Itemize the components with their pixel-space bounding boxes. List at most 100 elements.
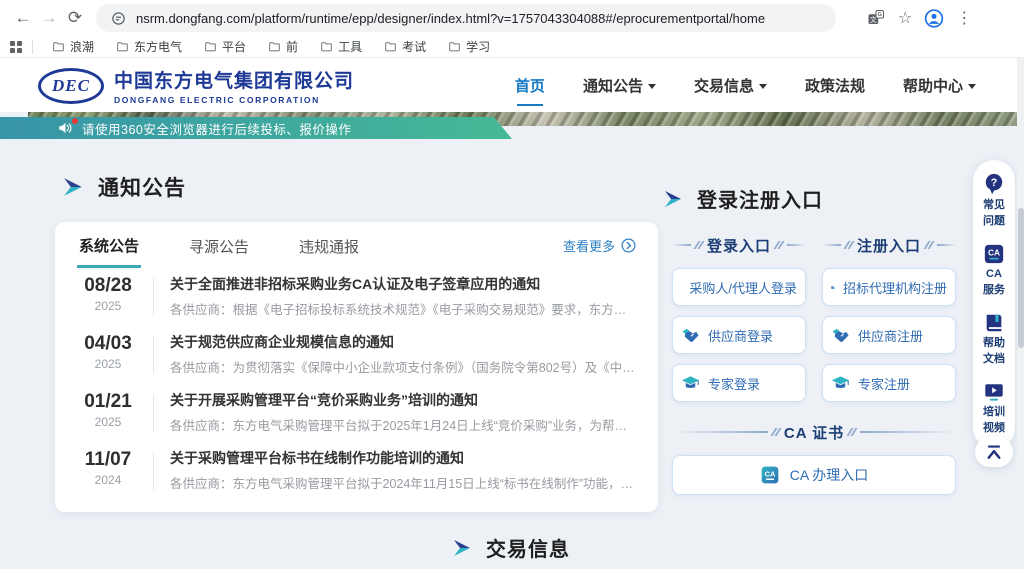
url-bar[interactable]: nsrm.dongfang.com/platform/runtime/epp/d… xyxy=(96,4,836,32)
announcement-title[interactable]: 关于开展采购管理平台“竞价采购业务”培训的通知 xyxy=(170,391,636,409)
back-to-top-button[interactable] xyxy=(975,437,1013,467)
bookmark-folder[interactable]: 平台 xyxy=(204,38,246,55)
site-header: DEC 中国东方电气集团有限公司 DONGFANG ELECTRIC CORPO… xyxy=(0,58,1024,112)
svg-text:CA: CA xyxy=(988,248,1000,257)
notification-dot xyxy=(72,118,78,124)
reload-icon[interactable]: ⟳ xyxy=(62,5,88,31)
url-text[interactable]: nsrm.dongfang.com/platform/runtime/epp/d… xyxy=(136,11,765,26)
browser-notice-banner: 请使用360安全浏览器进行后续投标、报价操作 xyxy=(0,117,512,139)
nav-item-policies[interactable]: 政策法规 xyxy=(805,69,865,102)
translate-icon[interactable]: 文G xyxy=(866,8,886,28)
divider xyxy=(153,394,154,432)
nav-item-notices[interactable]: 通知公告 xyxy=(583,69,656,102)
nav-item-help-center[interactable]: 帮助中心 xyxy=(903,69,976,102)
tab-system-announcements[interactable]: 系统公告 xyxy=(77,223,141,268)
expert-login-button[interactable]: 专家登录 xyxy=(672,364,806,402)
bookmark-label: 平台 xyxy=(222,38,246,55)
menu-kebab-icon[interactable]: ⋮ xyxy=(956,8,972,28)
chevron-right-circle-icon xyxy=(621,238,636,253)
supplier-login-button[interactable]: 供应商登录 xyxy=(672,316,806,354)
buyer-agent-login-button[interactable]: 采购人/代理人登录 xyxy=(672,268,806,306)
announcement-desc: 各供应商：东方电气采购管理平台拟于2024年11月15日上线“标书在线制作”功能… xyxy=(170,473,636,492)
announcement-row[interactable]: 11/07 2024 关于采购管理平台标书在线制作功能培训的通知 各供应商：东方… xyxy=(77,442,636,500)
apps-grid-icon[interactable] xyxy=(10,41,22,53)
announcement-title[interactable]: 关于采购管理平台标书在线制作功能培训的通知 xyxy=(170,449,636,467)
site-info-icon[interactable] xyxy=(108,8,128,28)
back-icon[interactable]: ← xyxy=(10,5,36,31)
section-arrow-icon xyxy=(452,538,472,558)
bookmark-label: 学习 xyxy=(466,38,490,55)
back-to-top-icon xyxy=(984,443,1004,461)
bookmark-folder[interactable]: 考试 xyxy=(384,38,426,55)
bookmark-label: 考试 xyxy=(402,38,426,55)
svg-text:CA: CA xyxy=(764,469,775,478)
scrollbar-thumb[interactable] xyxy=(1018,208,1024,348)
sidebar-item-faq[interactable]: ? 常见 问题 xyxy=(983,172,1005,228)
folder-icon xyxy=(204,40,217,53)
announcements-card: 系统公告 寻源公告 违规通报 查看更多 08/28 2025 关于全面推进非招标… xyxy=(55,222,658,512)
ca-badge-icon: CA xyxy=(983,243,1005,265)
notice-bar-text: 请使用360安全浏览器进行后续投标、报价操作 xyxy=(82,119,351,138)
view-more-text: 查看更多 xyxy=(563,236,615,255)
bookmark-star-icon[interactable]: ☆ xyxy=(898,8,912,28)
bookmark-label: 浪潮 xyxy=(70,38,94,55)
profile-avatar-icon[interactable] xyxy=(924,8,944,28)
announcement-row[interactable]: 08/28 2025 关于全面推进非招标采购业务CA认证及电子签章应用的通知 各… xyxy=(77,268,636,326)
view-more-link[interactable]: 查看更多 xyxy=(563,236,636,255)
divider xyxy=(153,278,154,316)
bookmark-folder[interactable]: 学习 xyxy=(448,38,490,55)
register-entry-header: 注册入口 xyxy=(822,234,956,256)
handshake-icon xyxy=(681,326,700,345)
forward-icon[interactable]: → xyxy=(36,5,62,31)
company-logo[interactable]: DEC 中国东方电气集团有限公司 DONGFANG ELECTRIC CORPO… xyxy=(38,66,354,105)
announcement-date: 04/03 2025 xyxy=(77,333,139,371)
ca-badge-icon: CA xyxy=(760,465,780,485)
book-icon xyxy=(983,312,1005,334)
organization-icon xyxy=(831,278,835,297)
bookmark-folder[interactable]: 浪潮 xyxy=(52,38,94,55)
chevron-down-icon xyxy=(759,84,767,89)
tab-sourcing-announcements[interactable]: 寻源公告 xyxy=(187,224,251,266)
announcement-row[interactable]: 04/03 2025 关于规范供应商企业规模信息的通知 各供应商：为贯彻落实《保… xyxy=(77,326,636,384)
sidebar-item-ca-service[interactable]: CA CA 服务 xyxy=(983,243,1005,297)
video-play-icon xyxy=(983,381,1005,403)
login-register-section-title: 登录注册入口 xyxy=(663,184,823,213)
divider xyxy=(153,336,154,374)
sidebar-item-training-videos[interactable]: 培训 视频 xyxy=(983,381,1005,435)
announcement-desc: 各供应商：根据《电子招标投标系统技术规范》《电子采购交易规范》要求，东方电气采购… xyxy=(170,299,636,318)
bidding-agency-register-button[interactable]: 招标代理机构注册 xyxy=(822,268,956,306)
announcement-row[interactable]: 01/21 2025 关于开展采购管理平台“竞价采购业务”培训的通知 各供应商：… xyxy=(77,384,636,442)
tab-violation-reports[interactable]: 违规通报 xyxy=(297,224,361,266)
announcement-date: 08/28 2025 xyxy=(77,275,139,313)
announcement-desc: 各供应商：为贯彻落实《保障中小企业款项支付条例》（国务院令第802号）及《中小企… xyxy=(170,357,636,376)
bookmark-label: 工具 xyxy=(338,38,362,55)
browser-window: ← → ⟳ nsrm.dongfang.com/platform/runtime… xyxy=(0,0,1024,569)
bookmark-folder[interactable]: 前 xyxy=(268,38,298,55)
bookmark-folder[interactable]: 东方电气 xyxy=(116,38,182,55)
section-arrow-icon xyxy=(62,176,84,198)
section-arrow-icon xyxy=(663,189,683,209)
divider xyxy=(153,452,154,490)
folder-icon xyxy=(448,40,461,53)
main-nav: 首页 通知公告 交易信息 政策法规 帮助中心 xyxy=(515,58,976,112)
announcement-title[interactable]: 关于规范供应商企业规模信息的通知 xyxy=(170,333,636,351)
announcement-title[interactable]: 关于全面推进非招标采购业务CA认证及电子签章应用的通知 xyxy=(170,275,636,293)
login-register-panel: 登录入口 采购人/代理人登录 供应商登录 专家登录 xyxy=(672,234,956,495)
folder-icon xyxy=(384,40,397,53)
expert-register-button[interactable]: 专家注册 xyxy=(822,364,956,402)
ca-processing-entry-button[interactable]: CA CA 办理入口 xyxy=(672,455,956,495)
svg-text:G: G xyxy=(878,12,883,18)
sidebar-item-help-docs[interactable]: 帮助 文档 xyxy=(983,312,1005,366)
section-title-text: 通知公告 xyxy=(98,172,186,202)
supplier-register-button[interactable]: 供应商注册 xyxy=(822,316,956,354)
logo-abbr: DEC xyxy=(52,76,90,96)
toolbar-right: 文G ☆ ⋮ xyxy=(866,8,972,28)
bookmarks-divider xyxy=(32,40,33,54)
folder-icon xyxy=(268,40,281,53)
chevron-down-icon xyxy=(968,84,976,89)
nav-item-trade-info[interactable]: 交易信息 xyxy=(694,69,767,102)
bookmark-folder[interactable]: 工具 xyxy=(320,38,362,55)
nav-item-home[interactable]: 首页 xyxy=(515,69,545,102)
section-title-text: 登录注册入口 xyxy=(697,184,823,213)
login-entry-header: 登录入口 xyxy=(672,234,806,256)
